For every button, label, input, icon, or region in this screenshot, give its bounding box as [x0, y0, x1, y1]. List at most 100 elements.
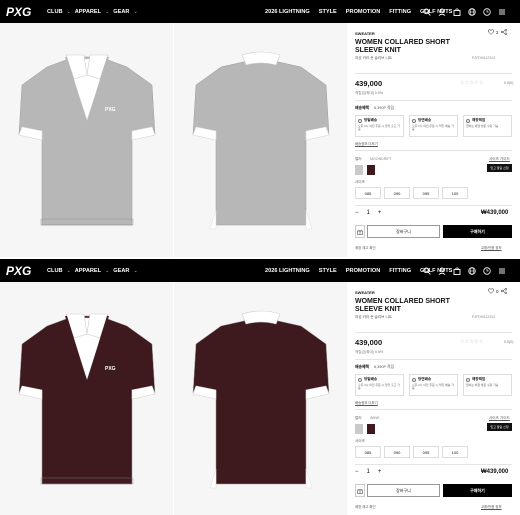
size-option[interactable]: 100: [442, 446, 468, 458]
user-icon[interactable]: [437, 7, 446, 16]
nav-promotion[interactable]: PROMOTION: [346, 9, 381, 15]
product-price: 439,000: [355, 338, 383, 347]
color-swatch-grey[interactable]: [355, 165, 363, 175]
store-stock-link[interactable]: 매장 재고 확인: [355, 504, 376, 509]
product-category: SWEATER: [355, 31, 375, 36]
knit-front-illustration: PXG: [18, 313, 155, 485]
pxg-logo[interactable]: PXG: [6, 264, 32, 277]
shipping-option-pickup[interactable]: 매장픽업 원하는 매장 방문 수령 가능: [463, 115, 512, 137]
gift-button[interactable]: [355, 225, 365, 238]
divider: [355, 359, 512, 360]
qty-increase-button[interactable]: +: [378, 469, 382, 475]
gift-icon: [357, 488, 363, 494]
chevron-down-icon: ⌄: [105, 8, 110, 15]
size-option[interactable]: 095: [413, 187, 439, 199]
product-code: PJFDK612312: [472, 315, 496, 319]
search-icon[interactable]: [422, 266, 431, 275]
buy-now-button[interactable]: 구매하기: [443, 484, 512, 497]
nav-club[interactable]: CLUB: [47, 268, 63, 274]
nav-lightning[interactable]: 2026 LIGHTNING: [265, 9, 310, 15]
restock-notify-button[interactable]: 입고 알림 신청: [487, 423, 512, 431]
add-to-cart-button[interactable]: 장바구니: [367, 484, 440, 497]
shipping-option-pickup[interactable]: 매장픽업 원하는 매장 방문 수령 가능: [463, 374, 512, 396]
color-label: 컬러: [355, 157, 362, 161]
size-option[interactable]: 090: [384, 446, 410, 458]
color-swatch-wine[interactable]: [367, 165, 375, 175]
color-swatch-wine[interactable]: [367, 424, 375, 434]
add-to-cart-button[interactable]: 장바구니: [367, 225, 440, 238]
divider: [355, 464, 512, 465]
nav-apparel[interactable]: APPAREL: [75, 9, 101, 15]
qty-value: 1: [366, 469, 370, 475]
nav-club[interactable]: CLUB: [47, 9, 63, 15]
pxg-logo[interactable]: PXG: [6, 5, 32, 18]
size-option[interactable]: 095: [413, 446, 439, 458]
color-value: WINE: [370, 416, 380, 420]
size-option[interactable]: 085: [355, 187, 381, 199]
quantity-stepper[interactable]: − 1 +: [355, 469, 381, 475]
shipping-more-link[interactable]: 배송정보 더보기: [355, 141, 378, 146]
color-swatch-grey[interactable]: [355, 424, 363, 434]
globe-icon[interactable]: [467, 7, 476, 16]
nav-fitting[interactable]: FITTING: [389, 268, 411, 274]
bag-icon[interactable]: [452, 7, 461, 16]
clock-icon[interactable]: [482, 266, 491, 275]
product-image-front[interactable]: PXG: [0, 282, 173, 515]
store-stock-link[interactable]: 매장 재고 확인: [355, 245, 376, 250]
benefit-value: 6,390P 적립: [374, 365, 395, 369]
product-subtitle: 여성 카라 숏 슬리브 니트: [355, 315, 393, 319]
shipping-option-nextday[interactable]: 당연배송 오후 2시 이전 주문 시 익일 배송 가능: [409, 374, 458, 396]
clock-icon[interactable]: [482, 7, 491, 16]
shipping-option-nextday[interactable]: 당연배송 오후 2시 이전 주문 시 익일 배송 가능: [409, 115, 458, 137]
product-image-front[interactable]: PXG: [0, 23, 173, 257]
gift-button[interactable]: [355, 484, 365, 497]
shipping-option-sameday[interactable]: 당일배송 오후 3시 이전 주문 시 당일 출고 가능: [355, 374, 404, 396]
nav-gear[interactable]: GEAR: [113, 9, 129, 15]
share-icon[interactable]: [500, 288, 507, 294]
user-icon[interactable]: [437, 266, 446, 275]
nav-fitting[interactable]: FITTING: [389, 9, 411, 15]
qty-value: 1: [366, 210, 370, 216]
bag-icon[interactable]: [452, 266, 461, 275]
size-guide-link[interactable]: 사이즈 가이드: [489, 157, 510, 162]
product-category: SWEATER: [355, 290, 375, 295]
divider: [355, 100, 512, 101]
product-image-back[interactable]: [174, 282, 347, 515]
product-gallery: PXG: [0, 282, 347, 515]
size-label: 사이즈: [355, 439, 365, 443]
buy-now-button[interactable]: 구매하기: [443, 225, 512, 238]
truck-icon: [412, 118, 416, 123]
qty-decrease-button[interactable]: −: [355, 210, 359, 216]
globe-icon[interactable]: [467, 266, 476, 275]
nav-promotion[interactable]: PROMOTION: [346, 268, 381, 274]
search-icon[interactable]: [422, 7, 431, 16]
return-info-link[interactable]: 교환/반품 정보: [481, 504, 502, 509]
size-option[interactable]: 090: [384, 187, 410, 199]
wishlist-button[interactable]: 2: [488, 29, 507, 35]
size-guide-link[interactable]: 사이즈 가이드: [489, 416, 510, 421]
restock-notify-button[interactable]: 입고 알림 신청: [487, 164, 512, 172]
product-image-back[interactable]: [174, 23, 347, 257]
wishlist-button[interactable]: 0: [488, 288, 507, 294]
nav-gear[interactable]: GEAR: [113, 268, 129, 274]
store-icon: [466, 377, 470, 382]
nav-style[interactable]: STYLE: [319, 9, 337, 15]
gift-icon: [357, 229, 363, 235]
shipping-more-link[interactable]: 배송정보 더보기: [355, 400, 378, 405]
share-icon[interactable]: [500, 29, 507, 35]
quantity-stepper[interactable]: − 1 +: [355, 210, 381, 216]
nav-lightning[interactable]: 2026 LIGHTNING: [265, 268, 310, 274]
svg-text:PXG: PXG: [105, 366, 116, 372]
menu-icon[interactable]: [497, 266, 506, 275]
nav-style[interactable]: STYLE: [319, 268, 337, 274]
size-option[interactable]: 085: [355, 446, 381, 458]
knit-front-illustration: PXG: [18, 54, 155, 226]
return-info-link[interactable]: 교환/반품 정보: [481, 245, 502, 250]
size-option[interactable]: 100: [442, 187, 468, 199]
shipping-option-sameday[interactable]: 당일배송 오후 3시 이전 주문 시 당일 출고 가능: [355, 115, 404, 137]
product-page-screenshot: PXG CLUB ⌄ APPAREL ⌄ GEAR ⌄ 2026 LIGHTNI…: [0, 259, 520, 515]
menu-icon[interactable]: [497, 7, 506, 16]
nav-apparel[interactable]: APPAREL: [75, 268, 101, 274]
qty-decrease-button[interactable]: −: [355, 469, 359, 475]
qty-increase-button[interactable]: +: [378, 210, 382, 216]
